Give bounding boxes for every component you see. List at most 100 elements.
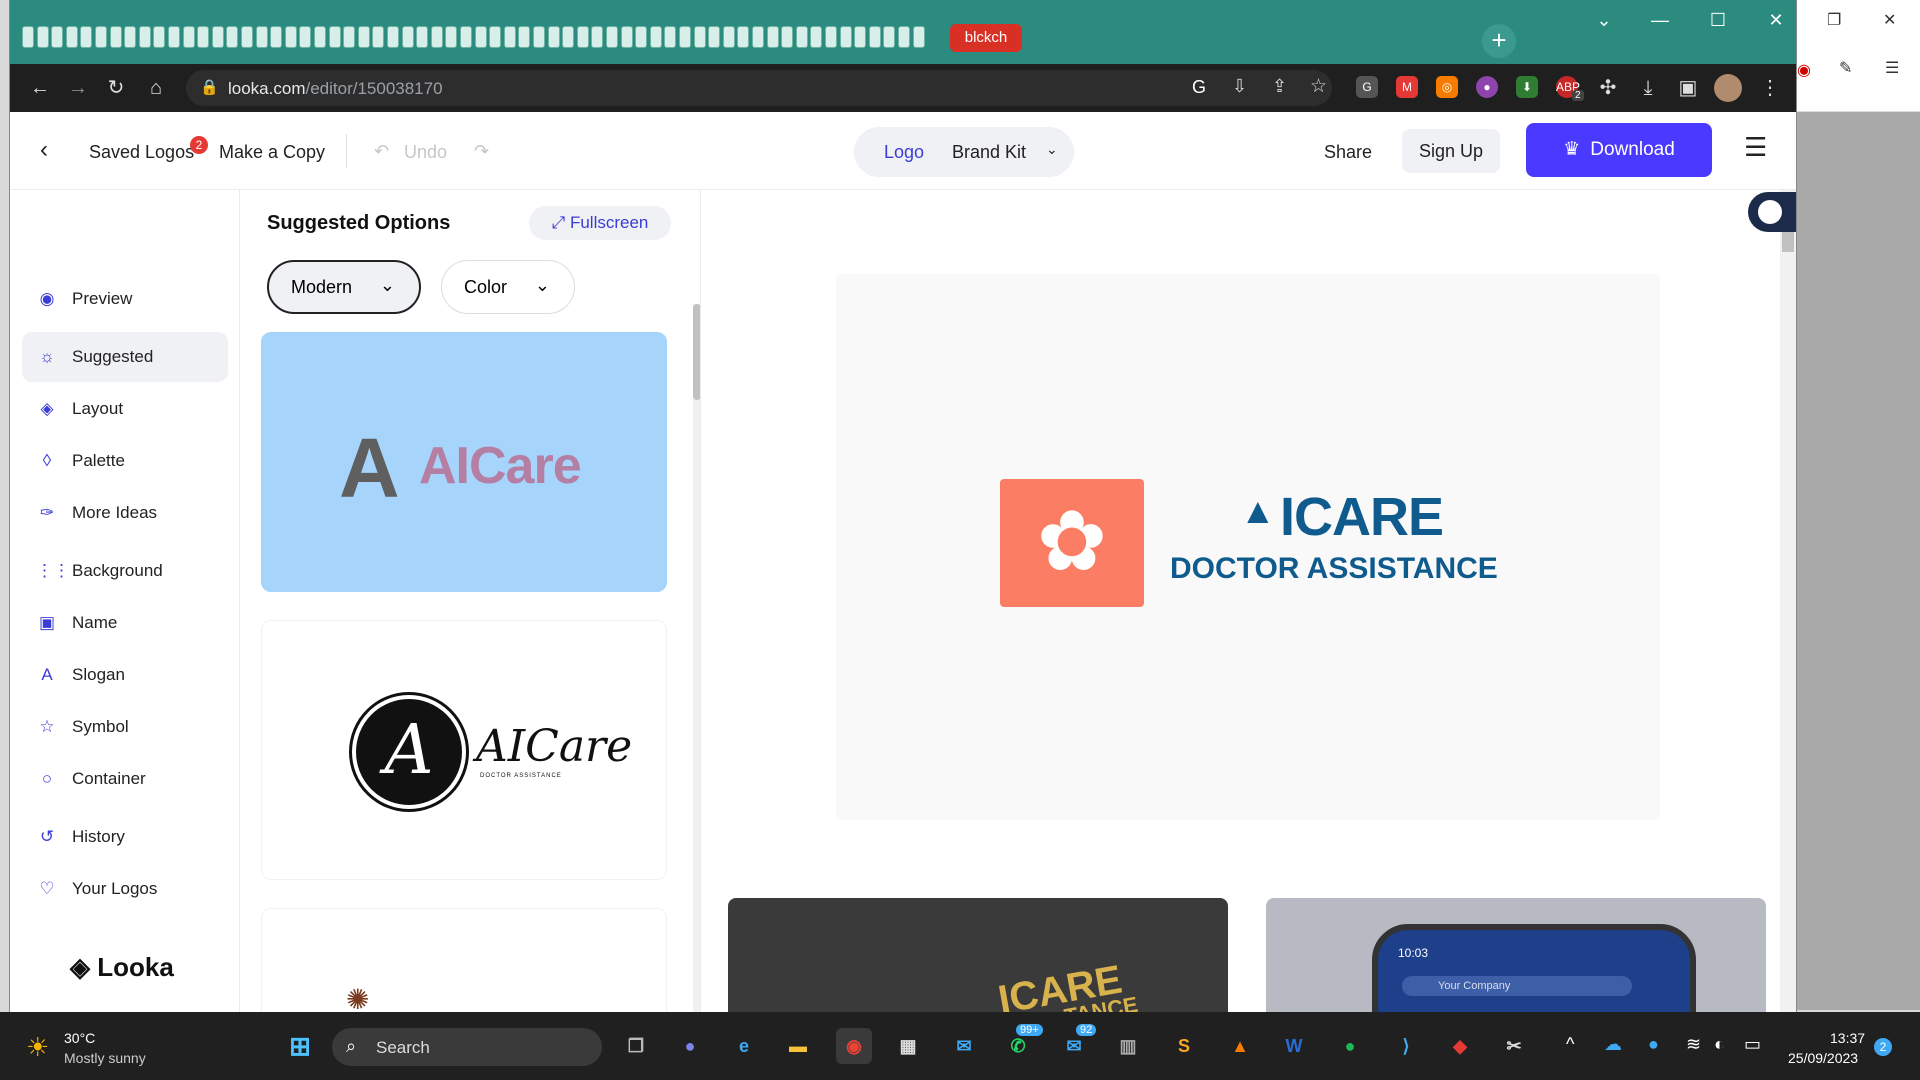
browser-tab[interactable] xyxy=(95,26,107,48)
browser-tab[interactable] xyxy=(533,26,545,48)
browser-tab[interactable] xyxy=(810,26,822,48)
browser-tab[interactable] xyxy=(781,26,793,48)
sidebar-item-suggested[interactable]: ☼ Suggested xyxy=(22,332,228,382)
browser-tab[interactable] xyxy=(913,26,925,48)
browser-tab[interactable] xyxy=(664,26,676,48)
forward-icon[interactable]: → xyxy=(64,74,92,102)
suggestion-card-3[interactable]: ✺ xyxy=(261,908,667,1012)
browser-tab[interactable] xyxy=(562,26,574,48)
drive-icon[interactable]: ▥ xyxy=(1110,1028,1146,1064)
browser-tab[interactable] xyxy=(285,26,297,48)
wifi-icon[interactable]: ≋ xyxy=(1686,1034,1701,1055)
color-filter-dropdown[interactable]: Color ⌄ xyxy=(441,260,575,314)
browser-tab[interactable] xyxy=(898,26,910,48)
mockup-card-phone[interactable]: 10:03 Your Company xyxy=(1266,898,1766,1012)
address-bar[interactable]: 🔒 looka.com/editor/150038170 G ⇩ ⇪ ☆ xyxy=(186,70,1332,106)
make-copy-button[interactable]: Make a Copy xyxy=(219,142,325,163)
home-icon[interactable]: ⌂ xyxy=(142,74,170,102)
sidebar-item-your-logos[interactable]: ♡ Your Logos xyxy=(22,864,228,914)
snipping-icon[interactable]: ✂ xyxy=(1496,1028,1532,1064)
browser-tab[interactable] xyxy=(591,26,603,48)
tab-logo[interactable]: Logo xyxy=(884,142,924,163)
browser-tab[interactable] xyxy=(723,26,735,48)
record-icon[interactable]: ◉ xyxy=(1797,60,1811,80)
notification-badge[interactable]: 2 xyxy=(1874,1038,1892,1056)
minimize-button[interactable]: — xyxy=(1632,0,1688,40)
close-icon[interactable]: ✕ xyxy=(1883,10,1896,30)
downloads-icon[interactable]: ⤓ xyxy=(1634,74,1662,102)
grammarly-icon[interactable]: G xyxy=(1356,76,1378,98)
page-scrollbar-thumb[interactable] xyxy=(1782,230,1794,252)
edge-icon[interactable]: e xyxy=(726,1028,762,1064)
weather-icon[interactable]: ☀ xyxy=(26,1032,49,1063)
browser-tab[interactable] xyxy=(110,26,122,48)
browser-tab[interactable] xyxy=(737,26,749,48)
browser-tab[interactable] xyxy=(241,26,253,48)
browser-tab[interactable] xyxy=(767,26,779,48)
browser-tab[interactable] xyxy=(752,26,764,48)
browser-tab[interactable] xyxy=(270,26,282,48)
browser-tab[interactable] xyxy=(212,26,224,48)
fullscreen-button[interactable]: ⤢ Fullscreen xyxy=(529,206,671,240)
page-scrollbar[interactable] xyxy=(1780,190,1796,1012)
browser-tab[interactable] xyxy=(650,26,662,48)
browser-tab[interactable] xyxy=(256,26,268,48)
maximize-button[interactable]: ☐ xyxy=(1690,0,1746,40)
browser-tab[interactable] xyxy=(883,26,895,48)
reload-icon[interactable]: ↻ xyxy=(102,74,130,102)
install-icon[interactable]: ⇩ xyxy=(1232,76,1247,97)
tray-chevron-icon[interactable]: ^ xyxy=(1566,1034,1574,1055)
vscode-icon[interactable]: ⟩ xyxy=(1388,1028,1424,1064)
browser-tab[interactable] xyxy=(796,26,808,48)
browser-tab[interactable] xyxy=(548,26,560,48)
ext-drop-icon[interactable]: ● xyxy=(1476,76,1498,98)
browser-tab[interactable] xyxy=(153,26,165,48)
browser-tab[interactable] xyxy=(489,26,501,48)
redo-icon[interactable]: ↷ xyxy=(474,141,489,162)
hamburger-menu-icon[interactable]: ☰ xyxy=(1744,132,1767,163)
browser-tab[interactable] xyxy=(577,26,589,48)
onedrive-icon[interactable]: ☁ xyxy=(1604,1034,1622,1055)
sublime-icon[interactable]: S xyxy=(1166,1028,1202,1064)
tab-search-icon[interactable]: ⌄ xyxy=(1576,0,1632,40)
back-icon[interactable]: ← xyxy=(26,74,54,102)
undo-button[interactable]: Undo xyxy=(404,142,447,163)
sidepanel-icon[interactable]: ▣ xyxy=(1674,74,1702,102)
browser-tab[interactable] xyxy=(37,26,49,48)
ext-orange-icon[interactable]: ◎ xyxy=(1436,76,1458,98)
store-icon[interactable]: ▦ xyxy=(890,1028,926,1064)
browser-tab[interactable] xyxy=(854,26,866,48)
share-page-icon[interactable]: ⇪ xyxy=(1272,76,1287,97)
chrome-taskbar-icon[interactable]: ◉ xyxy=(836,1028,872,1064)
sidebar-item-more-ideas[interactable]: ✑ More Ideas xyxy=(22,488,228,538)
sign-up-button[interactable]: Sign Up xyxy=(1402,129,1500,173)
profile-avatar[interactable] xyxy=(1714,74,1742,102)
download-button[interactable]: ♛ Download xyxy=(1526,123,1712,177)
sidebar-item-name[interactable]: ▣ Name xyxy=(22,598,228,648)
menu-icon[interactable]: ☰ xyxy=(1885,58,1899,78)
panel-scrollbar-thumb[interactable] xyxy=(693,304,700,400)
browser-tab[interactable] xyxy=(139,26,151,48)
anydesk-icon[interactable]: ◆ xyxy=(1442,1028,1478,1064)
browser-tab[interactable] xyxy=(226,26,238,48)
browser-tab[interactable] xyxy=(358,26,370,48)
browser-tab[interactable] xyxy=(518,26,530,48)
vlc-icon[interactable]: ▲ xyxy=(1222,1028,1258,1064)
browser-tab[interactable] xyxy=(708,26,720,48)
browser-tab[interactable] xyxy=(124,26,136,48)
panel-scrollbar-track[interactable] xyxy=(693,304,700,1012)
chrome-menu-icon[interactable]: ⋮ xyxy=(1756,74,1784,102)
browser-tab[interactable] xyxy=(387,26,399,48)
sidebar-item-background[interactable]: ⋮⋮ Background xyxy=(22,546,228,596)
google-icon[interactable]: G xyxy=(1192,77,1206,98)
browser-tab[interactable] xyxy=(445,26,457,48)
browser-tab[interactable] xyxy=(51,26,63,48)
browser-tab[interactable] xyxy=(504,26,516,48)
style-filter-dropdown[interactable]: Modern ⌄ xyxy=(267,260,421,314)
sidebar-item-history[interactable]: ↺ History xyxy=(22,812,228,862)
mockup-card-dark[interactable]: ICARE TANCE xyxy=(728,898,1228,1012)
browser-tab[interactable] xyxy=(299,26,311,48)
saved-logos-link[interactable]: Saved Logos xyxy=(89,142,194,163)
sidebar-item-preview[interactable]: ◉ Preview xyxy=(22,274,228,324)
taskbar-search[interactable]: ⌕ Search xyxy=(332,1028,602,1066)
